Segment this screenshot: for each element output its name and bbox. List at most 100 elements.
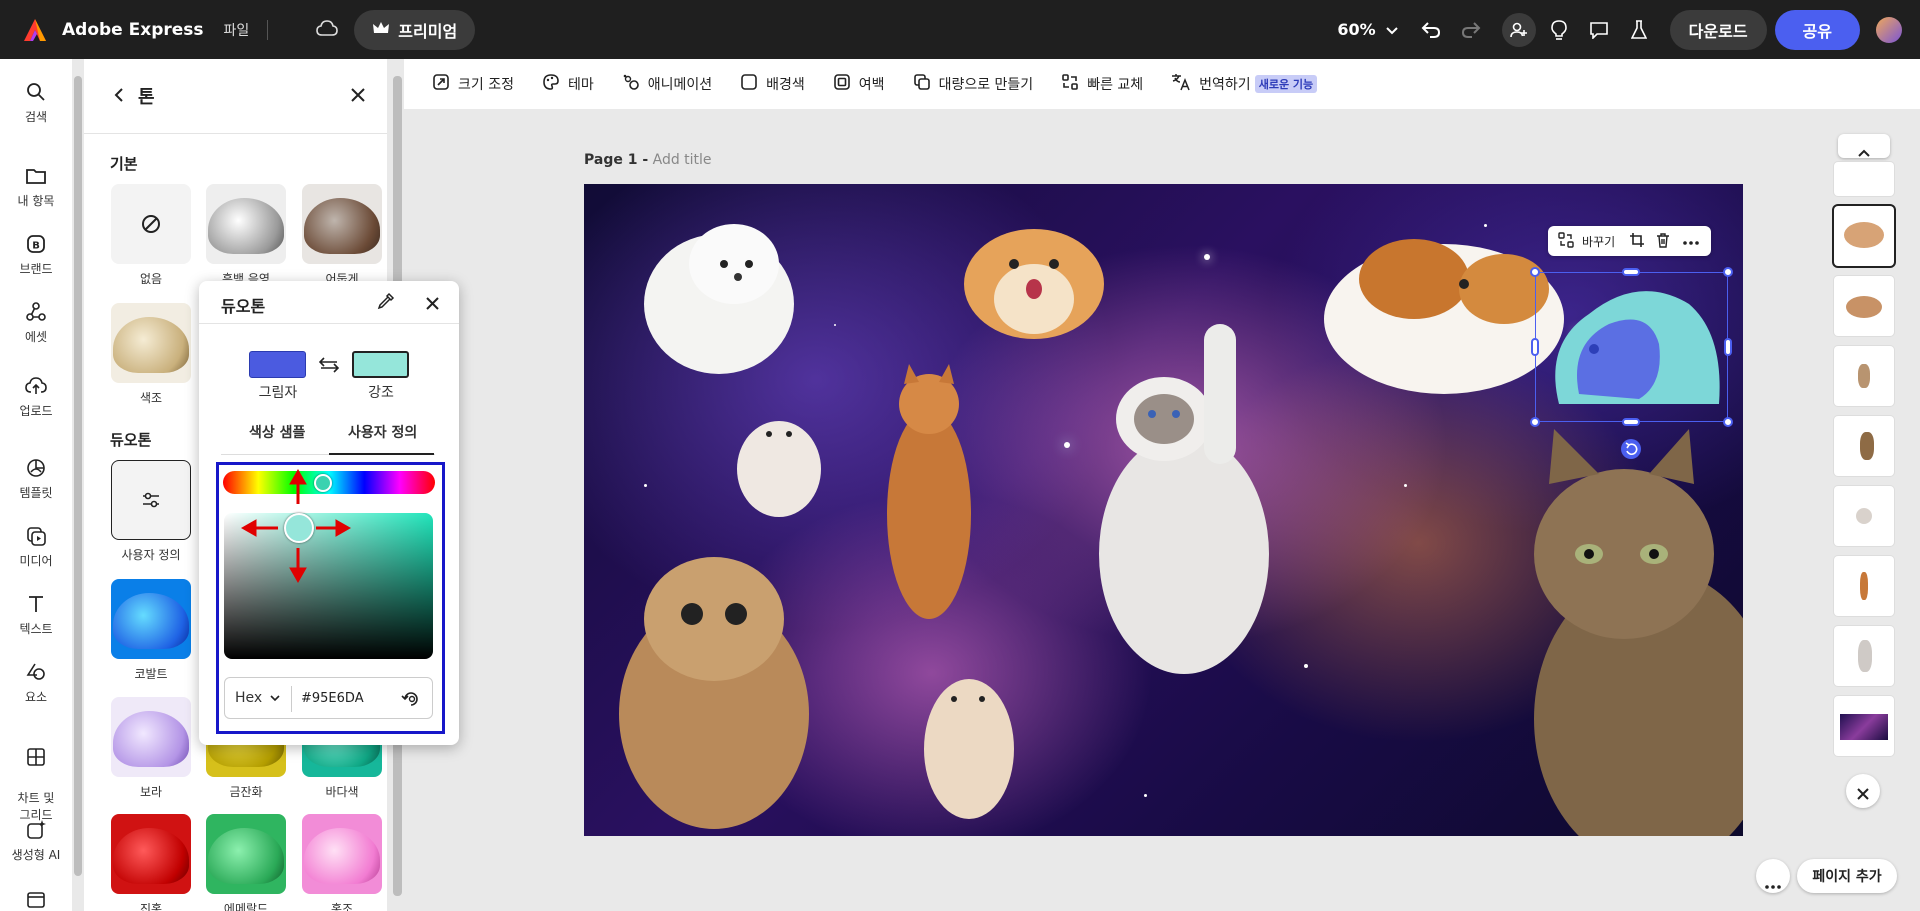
adobe-express-logo-icon[interactable]: [22, 17, 48, 43]
avatar[interactable]: [1876, 16, 1902, 43]
rail-item-text[interactable]: 텍스트: [0, 593, 72, 637]
undo-icon[interactable]: [1414, 13, 1448, 47]
selection-box[interactable]: [1535, 272, 1728, 422]
tone-option-cobalt[interactable]: [111, 579, 191, 659]
resize-handle[interactable]: [1723, 417, 1733, 427]
zoom-select[interactable]: 60%: [1337, 20, 1398, 39]
replace-icon[interactable]: [1558, 231, 1574, 251]
tab-color-samples[interactable]: 색상 샘플: [249, 422, 305, 442]
more-options-button[interactable]: [1756, 859, 1790, 893]
close-pages-button[interactable]: [1846, 774, 1880, 808]
tone-option-purple[interactable]: [111, 697, 191, 777]
premium-button[interactable]: 프리미엄: [354, 9, 476, 50]
close-icon[interactable]: [351, 87, 365, 106]
resize-handle[interactable]: [1622, 268, 1640, 276]
page-thumbnail[interactable]: [1834, 346, 1894, 406]
tone-option-emerald[interactable]: [206, 814, 286, 894]
crop-icon[interactable]: [1629, 232, 1645, 251]
tabby-cat-image[interactable]: [1524, 429, 1743, 836]
color-format-select[interactable]: Hex: [235, 690, 280, 706]
resize-handle[interactable]: [1531, 338, 1539, 356]
shadow-color-swatch[interactable]: [249, 351, 306, 378]
resize-handle[interactable]: [1530, 417, 1540, 427]
toolbar-theme[interactable]: 테마: [542, 73, 594, 95]
tone-label: 금잔화: [229, 785, 263, 799]
toolbar-margin[interactable]: 여백: [833, 73, 885, 95]
redo-icon[interactable]: [1454, 13, 1488, 47]
rail-item-media[interactable]: 미디어: [0, 525, 72, 569]
page-thumbnail[interactable]: [1834, 162, 1894, 196]
rail-item-search[interactable]: 검색: [0, 81, 72, 125]
share-button[interactable]: 공유: [1774, 9, 1860, 50]
page-thumbnail[interactable]: [1834, 626, 1894, 686]
toolbar-translate[interactable]: 번역하기 새로운 기능: [1171, 73, 1318, 95]
toolbar-resize[interactable]: 크기 조정: [432, 73, 514, 95]
ragdoll-cat-image[interactable]: [1074, 324, 1304, 694]
page-thumbnail[interactable]: [1834, 486, 1894, 546]
swap-icon[interactable]: [318, 357, 340, 377]
scottish-fold-kitten-image[interactable]: [604, 534, 834, 834]
toolbar-background-color[interactable]: 배경색: [740, 73, 805, 95]
more-options-icon[interactable]: [1683, 234, 1699, 248]
rail-item-assets[interactable]: 에셋: [0, 301, 72, 345]
eyedropper-icon[interactable]: [377, 292, 395, 314]
toolbar-bulk-create[interactable]: 대량으로 만들기: [913, 73, 1033, 95]
cloud-icon[interactable]: [316, 19, 339, 40]
rail-item-upload[interactable]: 업로드: [0, 375, 72, 419]
resize-handle[interactable]: [1724, 338, 1732, 356]
reset-color-icon[interactable]: [401, 689, 421, 713]
toolbar-quick-swap[interactable]: 빠른 교체: [1061, 73, 1143, 95]
file-menu[interactable]: 파일: [224, 20, 250, 40]
toolbar-animation[interactable]: 애니메이션: [622, 73, 712, 95]
add-title-input[interactable]: Add title: [653, 152, 712, 168]
rail-scrollbar[interactable]: [74, 76, 82, 876]
resize-handle[interactable]: [1530, 267, 1540, 277]
invite-user-icon[interactable]: [1501, 12, 1536, 47]
tone-option-blush[interactable]: [302, 814, 382, 894]
scroll-pages-up-button[interactable]: [1838, 134, 1890, 158]
close-icon[interactable]: [426, 295, 439, 314]
chevron-left-icon[interactable]: [114, 87, 124, 106]
tone-option-grayscale[interactable]: [206, 184, 286, 264]
tone-option-sepia[interactable]: [111, 303, 191, 383]
generative-ai-icon: [25, 819, 47, 841]
rail-item-templates[interactable]: 템플릿: [0, 457, 72, 501]
add-page-button[interactable]: 페이지 추가: [1797, 859, 1897, 893]
tone-option-none[interactable]: [111, 184, 191, 264]
tone-option-darken[interactable]: [302, 184, 382, 264]
resize-handle[interactable]: [1723, 267, 1733, 277]
download-button[interactable]: 다운로드: [1669, 9, 1767, 50]
beaker-icon[interactable]: [1622, 13, 1656, 47]
rail-item-generative-ai[interactable]: 생성형 AI: [0, 819, 72, 863]
rail-item-more[interactable]: [0, 888, 72, 911]
tab-custom[interactable]: 사용자 정의: [348, 422, 417, 442]
lightbulb-icon[interactable]: [1542, 13, 1576, 47]
comment-icon[interactable]: [1582, 13, 1616, 47]
hex-value-input[interactable]: #95E6DA: [301, 691, 364, 706]
page-thumbnail[interactable]: [1834, 696, 1894, 756]
dancing-hamster-image[interactable]: [904, 654, 1034, 829]
rail-item-charts-grids[interactable]: 차트 및 그리드: [0, 729, 72, 824]
tone-option-custom[interactable]: [111, 460, 191, 540]
zoom-value: 60%: [1337, 20, 1376, 39]
tone-label: 바다색: [325, 785, 359, 799]
element-context-menu: 바꾸기: [1548, 226, 1711, 256]
resize-handle[interactable]: [1622, 418, 1640, 426]
rail-item-my-stuff[interactable]: 내 항목: [0, 165, 72, 209]
rotate-icon[interactable]: [1621, 439, 1641, 459]
page-thumbnail[interactable]: [1834, 206, 1894, 266]
rail-item-elements[interactable]: 요소: [0, 661, 72, 705]
pomeranian-image[interactable]: [614, 209, 824, 389]
page-thumbnail[interactable]: [1834, 276, 1894, 336]
page-thumbnail[interactable]: [1834, 416, 1894, 476]
rail-label: 요소: [24, 690, 48, 704]
rail-item-brand[interactable]: B 브랜드: [0, 233, 72, 277]
white-hamster-image[interactable]: [724, 404, 834, 524]
highlight-color-swatch[interactable]: [352, 351, 409, 378]
page-thumbnail[interactable]: [1834, 556, 1894, 616]
trash-icon[interactable]: [1655, 232, 1671, 251]
section-duotone-title: 듀오톤: [110, 431, 152, 449]
tone-option-crimson[interactable]: [111, 814, 191, 894]
orange-cat-image[interactable]: [864, 364, 994, 644]
replace-button[interactable]: 바꾸기: [1582, 233, 1615, 250]
